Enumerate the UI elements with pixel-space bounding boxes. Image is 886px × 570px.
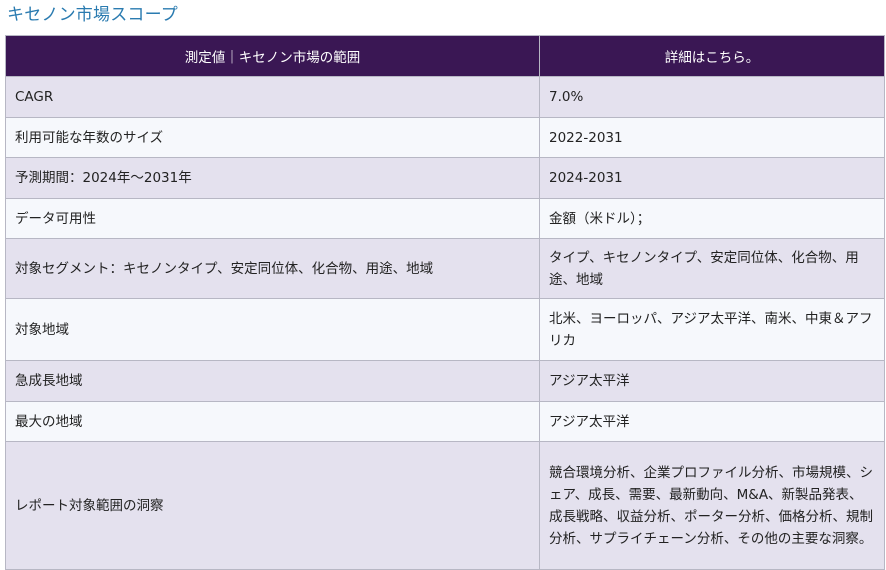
row-label-fastest-growing: 急成長地域 (5, 360, 540, 402)
row-value-available-years: 2022-2031 (539, 117, 885, 158)
page-title: キセノン市場スコープ (7, 5, 178, 25)
row-value-cagr: 7.0% (539, 76, 885, 118)
table-row: 対象セグメント：キセノンタイプ、安定同位体、化合物、用途、地域 タイプ、キセノン… (5, 238, 885, 299)
table-row: データ可用性 金額（米ドル）； (5, 198, 885, 239)
row-label-segments: 対象セグメント：キセノンタイプ、安定同位体、化合物、用途、地域 (5, 238, 540, 299)
table-row: 対象地域 北米、ヨーロッパ、アジア太平洋、南米、中東＆アフリカ (5, 298, 885, 361)
row-value-regions: 北米、ヨーロッパ、アジア太平洋、南米、中東＆アフリカ (539, 298, 885, 361)
table-row: 急成長地域 アジア太平洋 (5, 360, 885, 402)
row-label-largest-region: 最大の地域 (5, 401, 540, 442)
row-label-forecast-period: 予測期間：2024年～2031年 (5, 157, 540, 199)
row-value-report-insights: 競合環境分析、企業プロファイル分析、市場規模、シェア、成長、需要、最新動向、M&… (539, 441, 885, 570)
row-value-data-availability: 金額（米ドル）； (539, 198, 885, 239)
table-row: 利用可能な年数のサイズ 2022-2031 (5, 117, 885, 158)
row-value-segments: タイプ、キセノンタイプ、安定同位体、化合物、用途、地域 (539, 238, 885, 299)
table-row: レポート対象範囲の洞察 競合環境分析、企業プロファイル分析、市場規模、シェア、成… (5, 441, 885, 570)
table-row: 予測期間：2024年～2031年 2024-2031 (5, 157, 885, 199)
row-label-available-years: 利用可能な年数のサイズ (5, 117, 540, 158)
row-label-cagr: CAGR (5, 76, 540, 118)
row-value-fastest-growing: アジア太平洋 (539, 360, 885, 402)
table-row: 最大の地域 アジア太平洋 (5, 401, 885, 442)
header-cell-details: 詳細はこちら。 (539, 35, 885, 77)
header-cell-metric: 測定値｜キセノン市場の範囲 (5, 35, 540, 77)
market-scope-table: 測定値｜キセノン市場の範囲 詳細はこちら。 CAGR 7.0% 利用可能な年数の… (5, 35, 885, 570)
table-row: CAGR 7.0% (5, 76, 885, 118)
row-label-regions: 対象地域 (5, 298, 540, 361)
table-header-row: 測定値｜キセノン市場の範囲 詳細はこちら。 (5, 35, 885, 77)
row-label-report-insights: レポート対象範囲の洞察 (5, 441, 540, 570)
row-value-forecast-period: 2024-2031 (539, 157, 885, 199)
row-label-data-availability: データ可用性 (5, 198, 540, 239)
row-value-largest-region: アジア太平洋 (539, 401, 885, 442)
